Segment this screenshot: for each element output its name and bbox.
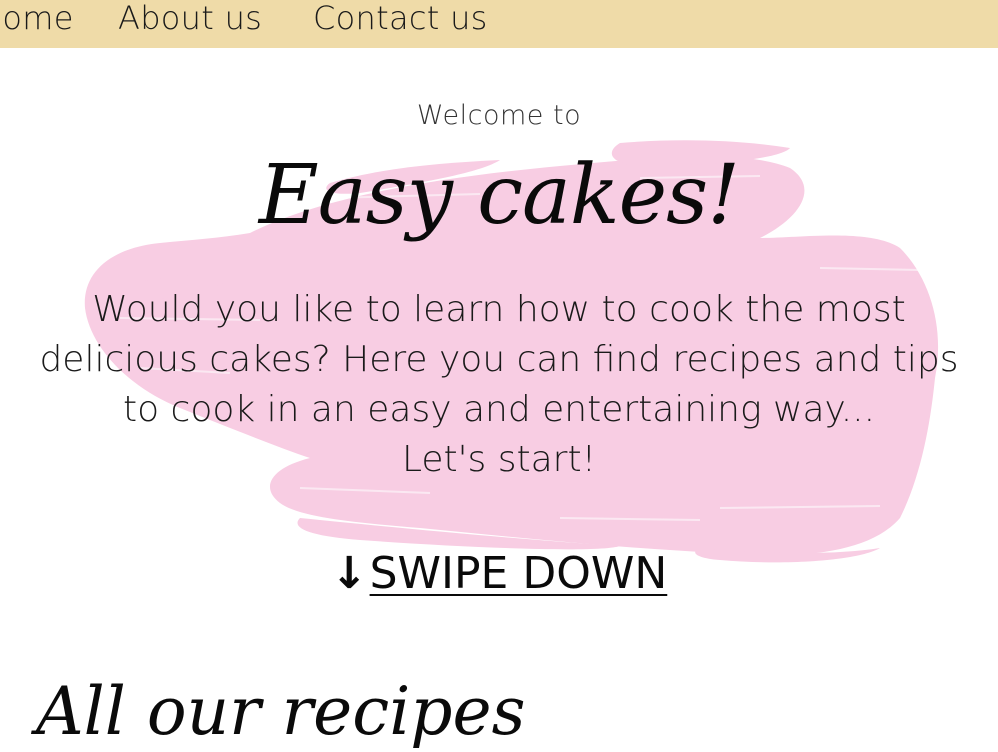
hero-section: Welcome to Easy cakes! Would you like to…	[0, 48, 998, 608]
swipe-down-label: SWIPE DOWN	[369, 548, 668, 599]
lead-line: to cook in an easy and entertaining way.…	[122, 389, 876, 430]
top-navbar: Home About us Contact us	[0, 0, 998, 48]
brand-title: Easy cakes!	[258, 148, 740, 243]
swipe-down-link[interactable]: ↓SWIPE DOWN	[0, 548, 998, 600]
nav-link-about-us[interactable]: About us	[118, 0, 262, 36]
nav-link-contact-us[interactable]: Contact us	[313, 0, 488, 36]
lead-line: Let's start!	[401, 439, 597, 480]
hero-lead-paragraph: Would you like to learn how to cook the …	[20, 285, 978, 485]
lead-line: Would you like to learn how to cook the …	[92, 289, 906, 330]
arrow-down-icon: ↓	[330, 548, 368, 599]
recipes-section-heading: All our recipes	[36, 673, 526, 750]
nav-link-home[interactable]: Home	[0, 0, 74, 36]
welcome-text: Welcome to	[416, 100, 582, 131]
lead-line: delicious cakes? Here you can find recip…	[39, 339, 959, 380]
